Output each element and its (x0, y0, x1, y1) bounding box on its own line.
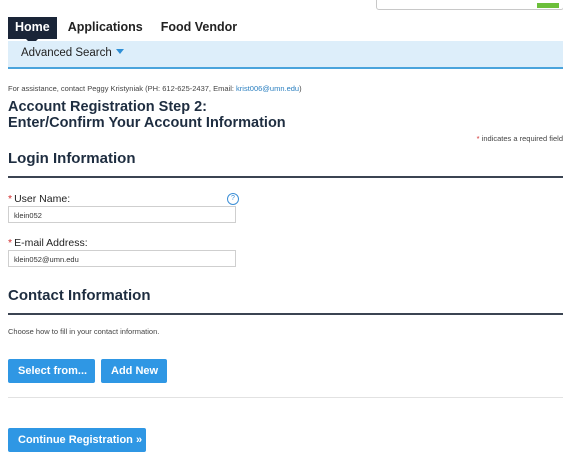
select-from-button[interactable]: Select from... (8, 359, 95, 383)
top-search-box[interactable] (376, 0, 563, 10)
tab-food-vendor[interactable]: Food Vendor (154, 17, 244, 39)
username-input[interactable]: klein052 (8, 206, 236, 223)
advanced-search-menu[interactable]: Advanced Search (21, 47, 124, 59)
page-title-line1: Account Registration Step 2: (8, 99, 207, 115)
sub-nav-bar: Advanced Search (8, 41, 563, 69)
login-info-heading: Login Information (8, 150, 136, 167)
section-divider (8, 397, 563, 398)
page-title-line2: Enter/Confirm Your Account Information (8, 115, 286, 131)
required-note-text: indicates a required field (481, 134, 563, 143)
assistance-prefix: For assistance, contact Peggy Kristyniak… (8, 84, 237, 93)
email-label: * E-mail Address: (8, 237, 88, 249)
required-field-note: * indicates a required field (477, 134, 563, 143)
main-nav: Home Applications Food Vendor (8, 17, 248, 45)
top-box-accent (537, 3, 559, 8)
email-label-text: E-mail Address: (14, 237, 88, 249)
username-label-text: User Name: (14, 193, 71, 205)
tab-home[interactable]: Home (8, 17, 57, 45)
required-asterisk: * (8, 193, 13, 205)
tab-applications[interactable]: Applications (61, 17, 150, 39)
chevron-down-icon (115, 49, 124, 54)
contact-heading-rule (8, 313, 563, 315)
advanced-search-label: Advanced Search (21, 47, 112, 59)
username-label: * User Name: (8, 193, 70, 205)
email-input[interactable]: klein052@umn.edu (8, 250, 236, 267)
page-title: Account Registration Step 2: Enter/Confi… (8, 99, 286, 131)
continue-registration-button[interactable]: Continue Registration » (8, 428, 146, 452)
contact-info-heading: Contact Information (8, 287, 151, 304)
assistance-text: For assistance, contact Peggy Kristyniak… (8, 84, 302, 93)
assistance-email-link[interactable]: krist006@umn.edu (236, 84, 299, 93)
help-icon[interactable]: ? (227, 193, 239, 205)
login-heading-rule (8, 176, 563, 178)
add-new-button[interactable]: Add New (101, 359, 167, 383)
required-asterisk: * (476, 134, 480, 143)
assistance-suffix: ) (299, 84, 302, 93)
required-asterisk: * (8, 237, 13, 249)
contact-hint-text: Choose how to fill in your contact infor… (8, 327, 160, 336)
